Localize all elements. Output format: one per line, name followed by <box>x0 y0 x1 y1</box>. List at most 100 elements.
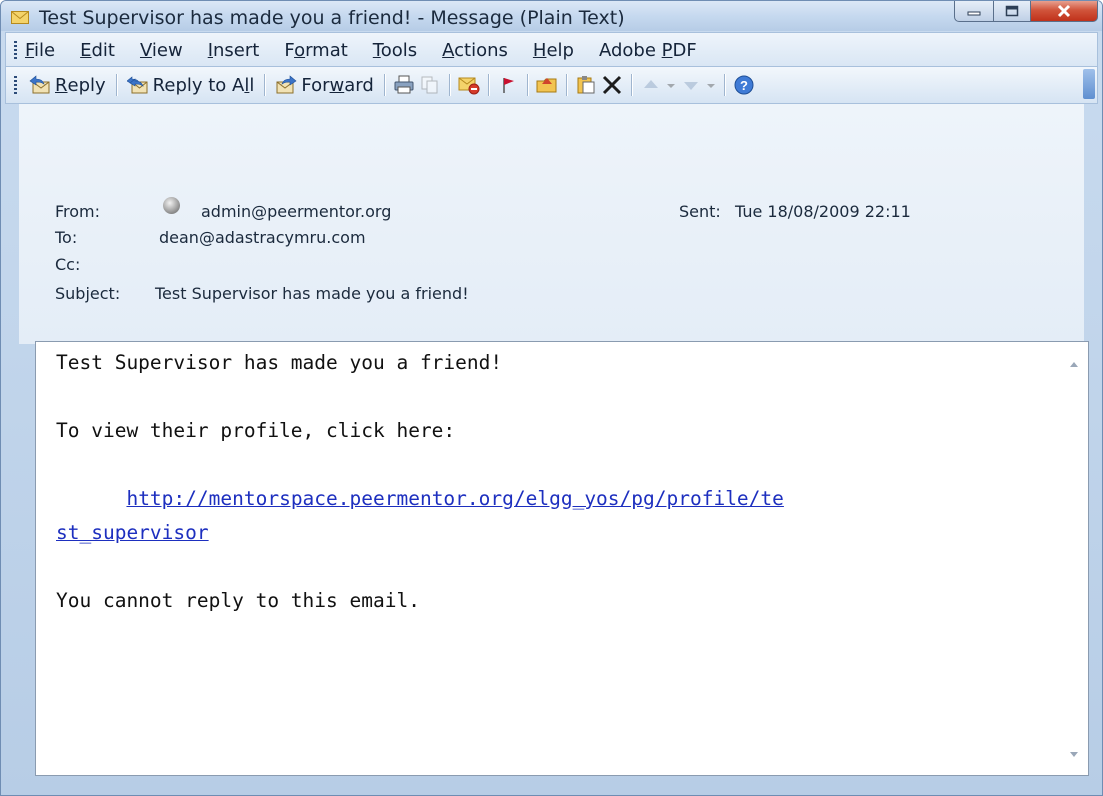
clipboard-icon <box>577 76 595 94</box>
delete-x-icon <box>602 75 621 95</box>
sender-presence-icon[interactable] <box>163 197 180 214</box>
minimize-icon <box>967 11 981 16</box>
previous-item-dropdown[interactable] <box>664 73 678 97</box>
maximize-icon <box>1005 5 1019 17</box>
sent-label: Sent: <box>679 202 721 221</box>
reply-label-rest: eply <box>67 74 106 96</box>
chevron-down-icon <box>666 84 675 88</box>
forward-icon <box>276 75 297 94</box>
window-title: Test Supervisor has made you a friend! -… <box>39 7 625 29</box>
menu-format[interactable]: Format <box>284 40 347 61</box>
reply-all-button[interactable]: Reply to All <box>123 71 259 99</box>
forward-label: For <box>301 74 330 96</box>
subject-label: Subject: <box>55 284 121 303</box>
to-value[interactable]: dean@adastracymru.com <box>159 228 366 247</box>
folder-icon <box>536 78 557 93</box>
move-to-folder-icon-button[interactable] <box>534 73 560 97</box>
profile-link-continued[interactable]: st_supervisor <box>56 521 209 544</box>
menu-tools-accelerator: T <box>372 39 381 61</box>
menu-insert-label-rest: nsert <box>213 39 260 61</box>
toolbar-separator <box>630 74 632 96</box>
menu-file-label-rest: ile <box>34 39 56 61</box>
toolbar-separator <box>383 74 385 96</box>
move-to-folder-button[interactable] <box>456 73 482 97</box>
menu-view[interactable]: View <box>140 40 183 61</box>
body-line-instruction: To view their profile, click here: <box>56 419 456 442</box>
menu-adobe-pdf-label-rest: DF <box>672 39 697 61</box>
copy-icon <box>421 76 438 94</box>
menu-format-accelerator: o <box>294 39 306 61</box>
menu-help[interactable]: Help <box>533 40 574 61</box>
toolbar-grip-handle[interactable] <box>14 76 17 94</box>
toolbar-separator <box>723 74 725 96</box>
forward-accelerator: w <box>329 74 345 96</box>
next-item-button[interactable] <box>678 73 704 97</box>
standard-toolbar: Reply Reply to All For w ard ? <box>5 66 1098 104</box>
menu-help-accelerator: H <box>532 39 547 61</box>
toolbar-options-chevron[interactable] <box>1083 69 1095 99</box>
reply-button[interactable]: Reply <box>25 71 110 99</box>
scroll-down-arrow[interactable] <box>1070 752 1078 757</box>
body-line-blank <box>56 550 1056 584</box>
toolbar-separator <box>487 74 489 96</box>
close-button[interactable] <box>1031 1 1098 22</box>
menu-actions[interactable]: Actions <box>442 40 508 61</box>
help-button[interactable]: ? <box>731 73 757 97</box>
menu-tools[interactable]: Tools <box>373 40 417 61</box>
toolbar-separator <box>448 74 450 96</box>
message-body-text: Test Supervisor has made you a friend! T… <box>56 346 1056 618</box>
next-item-dropdown[interactable] <box>704 73 718 97</box>
categorize-button[interactable] <box>573 73 599 97</box>
menu-view-accelerator: V <box>139 39 152 61</box>
menu-format-label: F <box>284 39 295 61</box>
menu-tools-label-rest: ools <box>380 39 418 61</box>
forward-button[interactable]: For w ard <box>271 71 377 99</box>
menu-adobe-pdf[interactable]: Adobe PDF <box>599 40 697 61</box>
menu-edit-label-rest: dit <box>91 39 115 61</box>
follow-up-flag-button[interactable] <box>495 73 521 97</box>
forward-label-rest: ard <box>344 74 374 96</box>
menu-insert[interactable]: Insert <box>208 40 260 61</box>
close-icon <box>1057 4 1071 18</box>
toolbar-separator <box>565 74 567 96</box>
title-bar[interactable]: Test Supervisor has made you a friend! -… <box>1 1 1102 31</box>
message-window: Test Supervisor has made you a friend! -… <box>0 0 1103 796</box>
menu-view-label-rest: iew <box>151 39 183 61</box>
junk-mail-icon <box>458 77 480 95</box>
menu-file-accelerator: F <box>25 39 35 61</box>
body-link-line1: http://mentorspace.peermentor.org/elgg_y… <box>56 482 1056 516</box>
delete-button[interactable] <box>599 73 625 97</box>
help-icon: ? <box>734 75 754 95</box>
menu-grip-handle[interactable] <box>14 41 17 59</box>
body-link-line2: st_supervisor <box>56 516 1056 550</box>
window-controls <box>954 1 1098 23</box>
copy-button[interactable] <box>417 73 443 97</box>
message-header: From: admin@peermentor.org To: dean@adas… <box>19 104 1084 344</box>
sent-value: Tue 18/08/2009 22:11 <box>735 202 911 221</box>
menu-bar: File Edit View Insert Format Tools Actio… <box>5 32 1098 67</box>
maximize-button[interactable] <box>994 1 1031 22</box>
menu-edit[interactable]: Edit <box>80 40 115 61</box>
body-line-notice: You cannot reply to this email. <box>56 589 420 612</box>
toolbar-separator <box>115 74 117 96</box>
menu-adobe-pdf-accelerator: P <box>661 39 673 61</box>
envelope-icon <box>11 11 29 24</box>
menu-actions-label-rest: ctions <box>454 39 508 61</box>
previous-item-icon <box>643 80 658 88</box>
reply-all-label-rest: l <box>249 74 255 96</box>
reply-all-label: Reply to A <box>152 74 245 96</box>
body-line-blank <box>56 448 1056 482</box>
to-label: To: <box>55 228 78 247</box>
body-line-blank <box>56 380 1056 414</box>
menu-format-label-rest: rmat <box>305 39 348 61</box>
profile-link[interactable]: http://mentorspace.peermentor.org/elgg_y… <box>126 487 783 510</box>
from-value[interactable]: admin@peermentor.org <box>201 202 391 221</box>
menu-file[interactable]: File <box>25 40 55 61</box>
message-body[interactable]: Test Supervisor has made you a friend! T… <box>35 341 1089 776</box>
previous-item-button[interactable] <box>638 73 664 97</box>
flag-icon <box>503 78 514 93</box>
print-button[interactable] <box>391 73 417 97</box>
reply-all-icon <box>126 76 148 94</box>
scroll-up-arrow[interactable] <box>1070 362 1078 367</box>
minimize-button[interactable] <box>954 1 994 22</box>
